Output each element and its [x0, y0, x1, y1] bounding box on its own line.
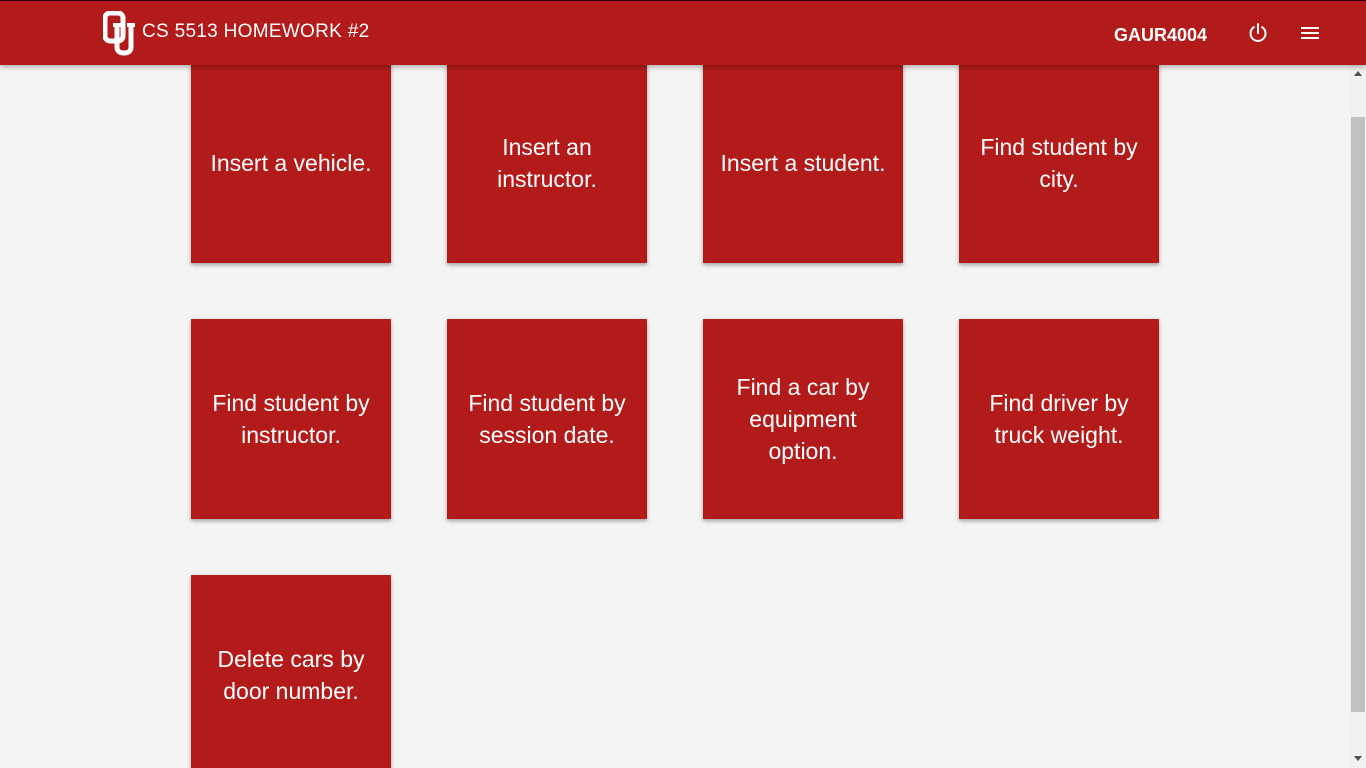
card-label: Find a car by equipment option. [736, 374, 870, 464]
action-grid: Insert a vehicle. Insert an instructor. … [0, 65, 1350, 768]
insert-student-card[interactable]: Insert a student. [703, 65, 903, 263]
card-label: Find student by instructor. [212, 390, 370, 448]
vertical-scrollbar[interactable] [1350, 65, 1366, 768]
top-app-bar: CS 5513 HOMEWORK #2 GAUR4004 [0, 0, 1366, 65]
find-student-by-instructor-card[interactable]: Find student by instructor. [191, 319, 391, 519]
find-car-by-equipment-card[interactable]: Find a car by equipment option. [703, 319, 903, 519]
card-label: Insert a student. [720, 150, 886, 176]
scroll-thumb[interactable] [1351, 117, 1365, 712]
scroll-up-arrow-icon[interactable] [1354, 71, 1362, 76]
card-label: Insert an instructor. [497, 134, 597, 192]
card-label: Find student by session date. [468, 390, 626, 448]
find-student-by-session-date-card[interactable]: Find student by session date. [447, 319, 647, 519]
card-label: Find driver by truck weight. [989, 390, 1129, 448]
ou-logo-icon[interactable] [103, 11, 137, 56]
scroll-down-arrow-icon[interactable] [1354, 756, 1362, 761]
find-driver-by-truck-weight-card[interactable]: Find driver by truck weight. [959, 319, 1159, 519]
insert-vehicle-card[interactable]: Insert a vehicle. [191, 65, 391, 263]
username-label: GAUR4004 [1114, 25, 1208, 45]
menu-icon[interactable] [1298, 21, 1322, 45]
card-label: Find student by city. [980, 134, 1138, 192]
card-label: Delete cars by door number. [217, 646, 365, 704]
find-student-by-city-card[interactable]: Find student by city. [959, 65, 1159, 263]
delete-cars-by-door-number-card[interactable]: Delete cars by door number. [191, 575, 391, 768]
power-icon[interactable] [1246, 21, 1270, 45]
card-label: Insert a vehicle. [210, 150, 372, 176]
app-title: CS 5513 HOMEWORK #2 [142, 21, 370, 42]
insert-instructor-card[interactable]: Insert an instructor. [447, 65, 647, 263]
